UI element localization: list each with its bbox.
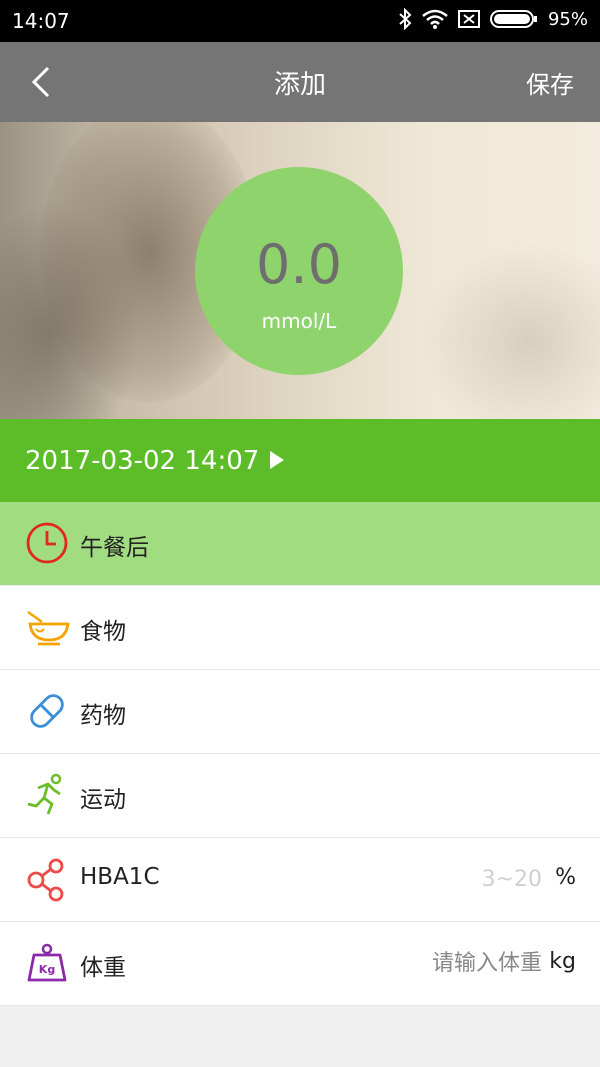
glucose-value-circle[interactable]: 0.0 mmol/L: [195, 167, 403, 375]
weight-input[interactable]: [340, 950, 544, 977]
medicine-label: 药物: [80, 703, 126, 729]
bluetooth-icon: [399, 8, 412, 30]
save-button[interactable]: 保存: [526, 65, 574, 100]
status-bar: 14:07 95%: [0, 0, 600, 42]
hba1c-input[interactable]: [340, 866, 544, 893]
svg-text:Kg: Kg: [39, 963, 55, 976]
food-bowl-icon: [27, 610, 70, 646]
hba1c-row[interactable]: HBA1C %: [0, 838, 600, 922]
battery-percent: 95%: [547, 8, 588, 30]
status-time: 14:07: [12, 9, 70, 33]
play-arrow-icon: [269, 451, 284, 469]
exercise-row[interactable]: 运动: [0, 754, 600, 838]
clock-icon: [26, 522, 68, 564]
hba1c-label: HBA1C: [80, 864, 160, 890]
exercise-label: 运动: [80, 787, 126, 813]
app-bar: 添加 保存: [0, 42, 600, 122]
datetime-text: 2017-03-02 14:07: [25, 446, 286, 476]
food-label: 食物: [80, 619, 126, 645]
hero-blur-shape: [420, 242, 600, 419]
status-icons: 95%: [398, 8, 588, 30]
molecule-icon: [27, 858, 64, 902]
weight-row[interactable]: Kg 体重 kg: [0, 922, 600, 1006]
datetime-picker[interactable]: 2017-03-02 14:07: [0, 419, 600, 502]
weight-unit: kg: [549, 949, 576, 974]
datetime-value: 2017-03-02 14:07: [25, 446, 260, 476]
pill-capsule-icon: [30, 694, 64, 728]
weight-kg-icon: Kg: [27, 943, 67, 982]
battery-icon: [489, 10, 537, 28]
glucose-value: 0.0: [256, 233, 342, 296]
glucose-unit: mmol/L: [261, 309, 337, 333]
page-title: 添加: [273, 70, 326, 100]
wifi-icon: [422, 9, 448, 29]
running-person-icon: [27, 773, 62, 815]
hba1c-unit: %: [555, 865, 576, 890]
meal-time-row[interactable]: 午餐后: [0, 502, 600, 585]
medicine-row[interactable]: 药物: [0, 670, 600, 754]
food-row[interactable]: 食物: [0, 586, 600, 670]
weight-label: 体重: [80, 955, 126, 981]
meal-time-label: 午餐后: [80, 535, 149, 561]
sim-card-icon: [457, 10, 480, 28]
